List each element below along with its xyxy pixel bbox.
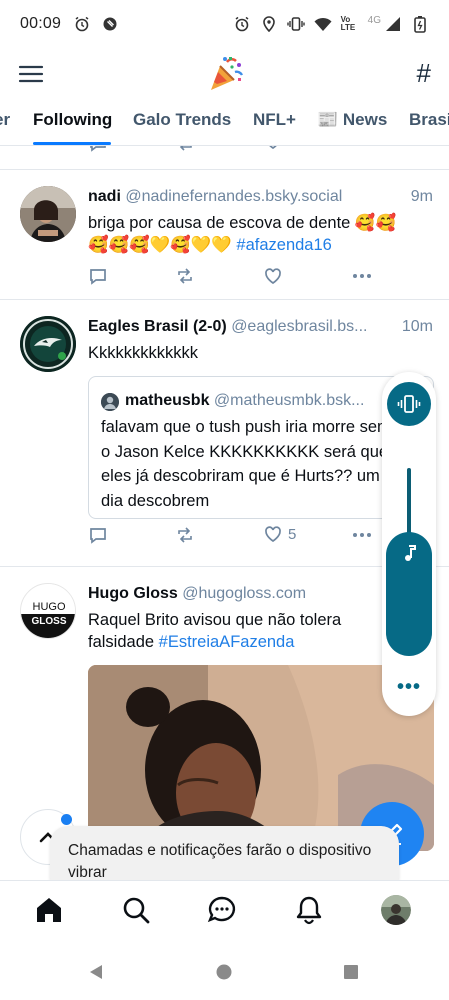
- volume-more-button[interactable]: •••: [397, 676, 421, 699]
- post-time: 10m: [401, 318, 433, 335]
- home-icon[interactable]: [34, 895, 64, 925]
- profile-avatar[interactable]: [381, 895, 411, 925]
- alarm-icon: [73, 15, 91, 33]
- avatar[interactable]: HUGO GLOSS: [20, 583, 76, 639]
- bell-icon[interactable]: [294, 895, 324, 925]
- system-navigation: [0, 942, 449, 1000]
- tab-news[interactable]: 📰 News: [317, 110, 387, 130]
- avatar[interactable]: [20, 186, 76, 242]
- volte-label: Vo LTE: [340, 15, 356, 32]
- quoted-avatar: [101, 393, 119, 411]
- hashtag-link[interactable]: #EstreiaAFazenda: [159, 633, 295, 651]
- author-name[interactable]: Eagles Brasil (2-0): [88, 318, 227, 335]
- status-time: 00:09: [20, 15, 62, 32]
- repost-icon[interactable]: [176, 146, 194, 152]
- like-button[interactable]: 4: [264, 146, 297, 150]
- signal-icon: [384, 15, 402, 33]
- back-icon[interactable]: [88, 964, 104, 985]
- search-icon[interactable]: [121, 895, 151, 925]
- reply-icon[interactable]: [89, 267, 107, 285]
- post-time: 9m: [410, 188, 433, 205]
- battery-icon: [411, 15, 429, 33]
- post-text: Kkkkkkkkkkkkk: [88, 344, 199, 362]
- post-header: Hugo Gloss @hugogloss.com: [88, 585, 306, 603]
- author-handle[interactable]: @hugogloss.com: [182, 585, 306, 602]
- wifi-icon: [314, 15, 332, 33]
- author-handle[interactable]: @eaglesbrasil.bs...: [231, 318, 367, 335]
- tab-nfl-plus[interactable]: NFL+: [253, 110, 296, 130]
- post-text: briga por causa de escova de dente 🥰🥰 🥰🥰…: [88, 212, 428, 256]
- location-icon: [260, 15, 278, 33]
- ringer-volume-track[interactable]: [407, 468, 411, 538]
- reply-icon[interactable]: [89, 146, 107, 152]
- media-volume-slider[interactable]: [386, 532, 432, 656]
- hamburger-menu-icon[interactable]: [18, 61, 44, 87]
- post-nadi[interactable]: nadi @nadinefernandes.bsky.social 9m bri…: [0, 170, 449, 300]
- party-popper-icon[interactable]: [205, 54, 245, 94]
- like-count: 5: [288, 525, 297, 543]
- tab-brasil-partial[interactable]: Brasi: [409, 110, 449, 130]
- vibrate-mode-button[interactable]: [387, 382, 431, 426]
- author-name[interactable]: nadi: [88, 188, 121, 205]
- quoted-author-handle: @matheusmbk.bsk...: [213, 392, 365, 409]
- avatar-text-bottom: GLOSS: [31, 616, 66, 627]
- quoted-text: falavam que o tush push iria morre sem o…: [101, 418, 391, 510]
- author-handle[interactable]: @nadinefernandes.bsky.social: [125, 188, 342, 205]
- repost-icon[interactable]: [176, 267, 194, 285]
- hashtag-link[interactable]: #afazenda16: [236, 236, 331, 254]
- whatsapp-icon: [101, 15, 119, 33]
- reply-icon[interactable]: [89, 526, 107, 544]
- vibrate-icon: [397, 395, 421, 413]
- post-text-line1: briga por causa de escova de dente 🥰🥰: [88, 214, 397, 232]
- post-text: Raquel Brito avisou que não tolera falsi…: [88, 609, 378, 653]
- tab-partial-left[interactable]: er: [0, 110, 10, 130]
- home-circle-icon[interactable]: [216, 964, 232, 985]
- status-bar: 00:09 Vo LTE 4G: [0, 0, 449, 48]
- tab-following[interactable]: Following: [33, 110, 112, 130]
- heart-icon: [265, 526, 281, 543]
- tab-galo-trends[interactable]: Galo Trends: [133, 110, 231, 130]
- feed-tabs: er Following Galo Trends NFL+ 📰 News Bra…: [0, 100, 449, 146]
- new-posts-indicator: [61, 814, 72, 825]
- app-header: #: [0, 48, 449, 100]
- author-name[interactable]: Hugo Gloss: [88, 585, 178, 602]
- heart-icon[interactable]: [264, 267, 282, 285]
- avatar[interactable]: [20, 316, 76, 372]
- alarm-icon-right: [233, 15, 251, 33]
- avatar-text-top: HUGO: [33, 601, 66, 613]
- music-note-icon: [403, 544, 417, 567]
- bottom-navigation: [0, 880, 449, 942]
- repost-icon[interactable]: [176, 526, 194, 544]
- post-text-line2: 🥰🥰🥰💛🥰💛💛: [88, 236, 232, 254]
- heart-icon: [269, 146, 277, 150]
- partial-post: 4: [0, 146, 449, 170]
- post-header: nadi @nadinefernandes.bsky.social: [88, 188, 342, 206]
- quoted-header: matheusbk @matheusmbk.bsk...: [125, 392, 364, 410]
- like-button[interactable]: 5: [264, 525, 296, 543]
- quoted-author-name: matheusbk: [125, 392, 210, 409]
- like-count: 4: [288, 146, 297, 150]
- feeds-hash-button[interactable]: #: [417, 58, 431, 89]
- network-label: 4G: [367, 14, 381, 26]
- chat-icon[interactable]: [207, 895, 237, 925]
- more-options-icon[interactable]: [353, 532, 371, 538]
- volume-panel: •••: [382, 372, 436, 716]
- more-options-icon[interactable]: [353, 273, 371, 279]
- active-tab-indicator: [33, 142, 111, 145]
- recents-icon[interactable]: [343, 964, 359, 985]
- vibrate-icon: [286, 15, 305, 33]
- post-header: Eagles Brasil (2-0) @eaglesbrasil.bs...: [88, 318, 368, 336]
